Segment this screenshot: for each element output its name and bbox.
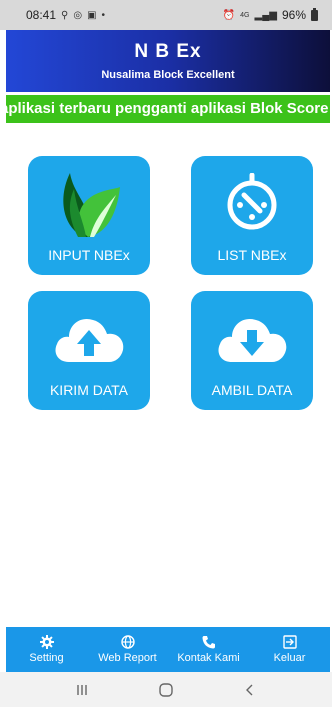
bottom-nav: Setting Web Report Kontak Kami Keluar — [6, 627, 330, 672]
app-title: N B Ex — [134, 41, 202, 62]
network-type: 4G — [240, 11, 250, 19]
nav-kontak-kami[interactable]: Kontak Kami — [169, 635, 249, 664]
dot-icon: • — [101, 9, 106, 21]
ambil-data-button[interactable]: AMBIL DATA — [191, 291, 313, 410]
alarm-icon: ⏰ — [222, 9, 236, 21]
app-subtitle: Nusalima Block Excellent — [101, 69, 235, 81]
nav-web-report[interactable]: Web Report — [88, 635, 168, 664]
logout-icon — [282, 635, 297, 649]
battery-icon — [311, 7, 318, 21]
location-icon: ⚲ — [61, 9, 69, 21]
nav-label: Setting — [29, 652, 64, 664]
marquee-text: aplikasi terbaru pengganti aplikasi Blok… — [6, 100, 329, 117]
tile-label: KIRIM DATA — [49, 382, 129, 398]
input-nbex-button[interactable]: INPUT NBEx — [28, 156, 150, 275]
tile-label: LIST NBEx — [217, 247, 287, 263]
cloud-upload-icon — [55, 318, 124, 362]
recent-apps-icon[interactable] — [75, 683, 89, 697]
nav-setting[interactable]: Setting — [7, 635, 87, 664]
nav-label: Web Report — [98, 652, 157, 664]
nav-label: Keluar — [273, 652, 306, 664]
app-header: N B Ex Nusalima Block Excellent — [6, 30, 330, 92]
gear-icon — [39, 635, 54, 649]
tile-label: INPUT NBEx — [48, 247, 130, 263]
list-timer-icon — [227, 173, 277, 230]
back-icon[interactable] — [243, 683, 257, 697]
announcement-marquee: aplikasi terbaru pengganti aplikasi Blok… — [6, 95, 330, 123]
nav-keluar[interactable]: Keluar — [250, 635, 330, 664]
whatsapp-icon: ◎ — [73, 9, 83, 21]
phone-icon — [202, 636, 215, 649]
system-nav-bar — [0, 672, 332, 707]
battery-percent: 96% — [281, 8, 306, 22]
kirim-data-button[interactable]: KIRIM DATA — [28, 291, 150, 410]
home-icon[interactable] — [158, 682, 174, 698]
tile-label: AMBIL DATA — [211, 382, 293, 398]
status-time: 08:41 — [26, 8, 57, 22]
cloud-download-icon — [218, 318, 287, 362]
leaf-icon — [63, 173, 120, 237]
nav-label: Kontak Kami — [177, 652, 240, 664]
status-bar: 08:41 ⚲ ◎ ▣ • ⏰ 4G ▂▄▆ 96% — [0, 0, 332, 30]
list-nbex-button[interactable]: LIST NBEx — [191, 156, 313, 275]
signal-icon: ▂▄▆ — [254, 9, 277, 21]
globe-icon — [120, 635, 135, 649]
app-notification-icon: ▣ — [87, 9, 97, 21]
